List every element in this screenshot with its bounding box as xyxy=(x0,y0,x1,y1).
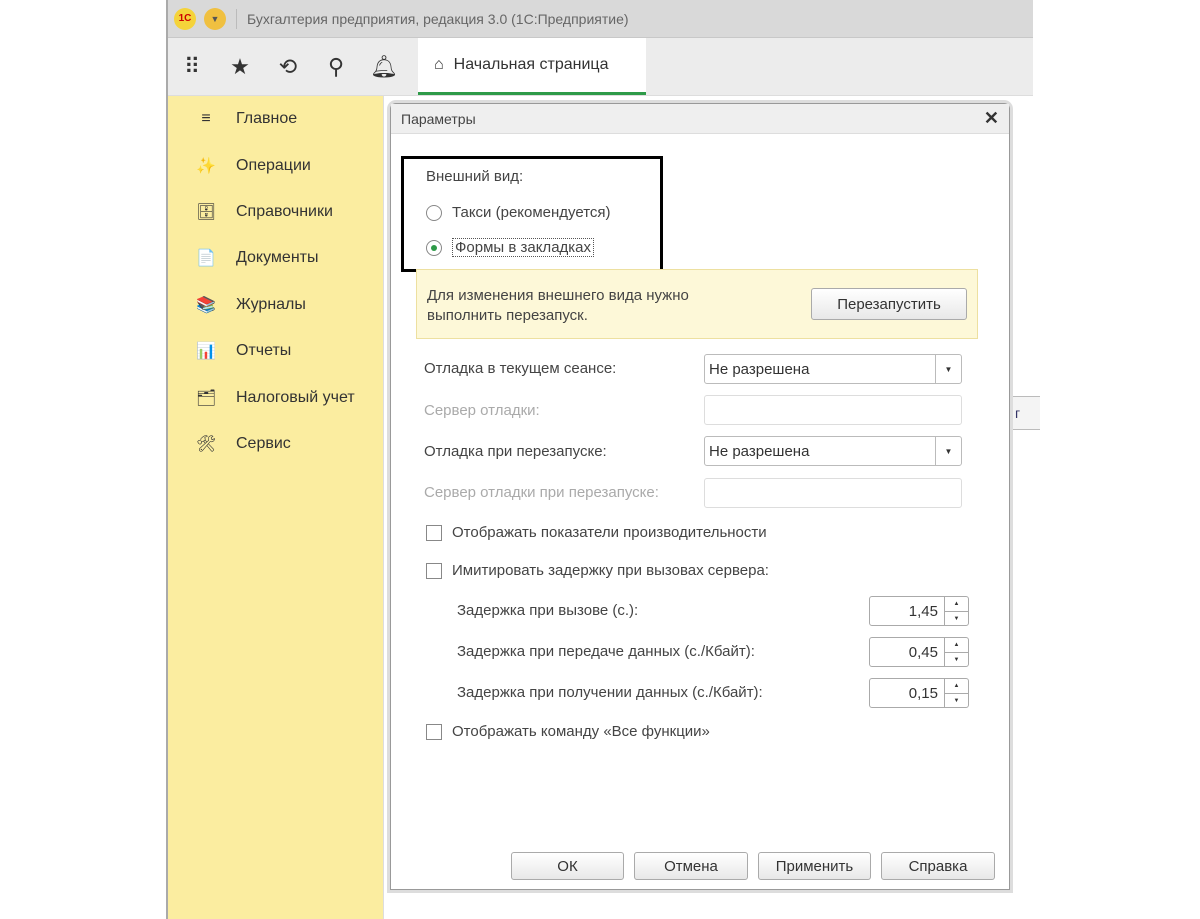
debug-server-restart-input[interactable] xyxy=(704,478,962,508)
sidebar-item-operations[interactable]: ✨ Операции xyxy=(168,142,383,188)
checkbox-label: Отображать показатели производительности xyxy=(452,524,767,541)
document-icon: 📄 xyxy=(196,250,216,268)
favorites-star-icon[interactable]: ★ xyxy=(216,38,264,95)
all-functions-checkbox[interactable]: Отображать команду «Все функции» xyxy=(426,723,710,740)
stepper-value: 1,45 xyxy=(908,603,938,620)
1c-logo: 1С xyxy=(174,7,196,30)
tax-icon: 🗂 xyxy=(196,389,217,407)
bell-icon[interactable]: 🔔︎ xyxy=(360,38,408,95)
arrow-down-icon[interactable]: ▼ xyxy=(945,694,968,708)
sidebar-item-reports[interactable]: 📊 Отчеты xyxy=(168,328,383,374)
sidebar-item-main[interactable]: ≡ Главное xyxy=(168,96,383,142)
tab-label: Начальная страница xyxy=(453,56,609,73)
sidebar-item-catalogs[interactable]: 🗄 Справочники xyxy=(168,189,383,235)
divider xyxy=(236,8,237,29)
checkbox[interactable] xyxy=(426,524,442,541)
chevron-down-icon[interactable]: ▼ xyxy=(935,355,961,383)
dialog-title: Параметры xyxy=(401,110,476,127)
debug-server-label: Сервер отладки: xyxy=(424,402,540,419)
select-value: Не разрешена xyxy=(709,361,810,378)
close-icon[interactable]: ✕ xyxy=(984,108,999,129)
search-icon[interactable]: ⚲ xyxy=(312,38,360,95)
arrow-up-icon[interactable]: ▲ xyxy=(945,679,968,694)
select-value: Не разрешена xyxy=(709,443,810,460)
arrow-down-icon[interactable]: ▼ xyxy=(945,612,968,626)
sidebar-item-label: Справочники xyxy=(236,202,333,220)
help-button[interactable]: Справка xyxy=(881,852,995,880)
appearance-label: Внешний вид: xyxy=(426,168,524,185)
sidebar-item-documents[interactable]: 📄 Документы xyxy=(168,235,383,281)
parameters-dialog: Параметры ✕ Внешний вид: Такси (рекоменд… xyxy=(390,103,1010,890)
radio-tabs[interactable]: Формы в закладках xyxy=(426,238,595,257)
sidebar-item-label: Отчеты xyxy=(236,342,292,360)
tab-home[interactable]: ⌂ Начальная страница xyxy=(418,38,646,95)
sidebar-item-tax[interactable]: 🗂 Налоговый учет xyxy=(168,374,383,420)
sidebar-item-label: Документы xyxy=(236,249,319,267)
catalogs-icon: 🗄 xyxy=(196,203,217,221)
main-menu-button[interactable]: ▼ xyxy=(204,7,226,30)
title-bar: 1С ▼ Бухгалтерия предприятия, редакция 3… xyxy=(168,0,1033,38)
delay-checkbox[interactable]: Имитировать задержку при вызовах сервера… xyxy=(426,562,769,579)
sidebar: ≡ Главное ✨ Операции 🗄 Справочники 📄 Докумен… xyxy=(168,96,384,919)
apply-button[interactable]: Применить xyxy=(758,852,871,880)
sidebar-item-label: Главное xyxy=(236,110,298,128)
perf-checkbox[interactable]: Отображать показатели производительности xyxy=(426,524,767,541)
dialog-header: Параметры ✕ xyxy=(391,104,1009,134)
window-title: Бухгалтерия предприятия, редакция 3.0 (1… xyxy=(247,10,629,27)
arrow-up-icon[interactable]: ▲ xyxy=(945,638,968,653)
debug-server-input[interactable] xyxy=(704,395,962,425)
delay-send-stepper[interactable]: 0,45 ▲ ▼ xyxy=(869,637,969,667)
cancel-button[interactable]: Отмена xyxy=(634,852,748,880)
sidebar-item-label: Журналы xyxy=(236,295,306,313)
delay-call-label: Задержка при вызове (с.): xyxy=(457,602,639,619)
apps-grid-icon[interactable]: ⠿ xyxy=(168,38,216,95)
debug-restart-label: Отладка при перезапуске: xyxy=(424,443,607,460)
sidebar-item-label: Сервис xyxy=(236,434,291,452)
notice-text: Для изменения внешнего вида нужно выполн… xyxy=(427,287,689,324)
restart-notice: Для изменения внешнего вида нужно выполн… xyxy=(416,269,978,339)
stepper-value: 0,15 xyxy=(908,685,938,702)
background-button: г xyxy=(1010,396,1040,430)
radio-button[interactable] xyxy=(426,204,442,221)
arrow-up-icon[interactable]: ▲ xyxy=(945,597,968,612)
radio-label: Формы в закладках xyxy=(452,238,595,257)
restart-button[interactable]: Перезапустить xyxy=(811,288,967,320)
history-icon[interactable]: ⟲ xyxy=(264,38,312,95)
checkbox[interactable] xyxy=(426,562,442,579)
sidebar-item-label: Налоговый учет xyxy=(236,388,355,406)
checkbox[interactable] xyxy=(426,723,442,740)
debug-session-label: Отладка в текущем сеансе: xyxy=(424,360,617,377)
radio-taxi[interactable]: Такси (рекомендуется) xyxy=(426,204,611,221)
journals-icon: 📚 xyxy=(196,296,216,314)
chevron-down-icon[interactable]: ▼ xyxy=(935,437,961,465)
debug-restart-select[interactable]: Не разрешена ▼ xyxy=(704,436,962,466)
checkbox-label: Отображать команду «Все функции» xyxy=(452,723,710,740)
sidebar-item-service[interactable]: 🛠 Сервис xyxy=(168,421,383,467)
debug-session-select[interactable]: Не разрешена ▼ xyxy=(704,354,962,384)
delay-send-label: Задержка при передаче данных (с./Кбайт): xyxy=(457,643,755,660)
tools-icon: 🛠 xyxy=(196,435,217,453)
checkbox-label: Имитировать задержку при вызовах сервера… xyxy=(452,562,769,579)
radio-label: Такси (рекомендуется) xyxy=(452,204,611,221)
radio-button-selected[interactable] xyxy=(426,239,442,256)
delay-call-stepper[interactable]: 1,45 ▲ ▼ xyxy=(869,596,969,626)
reports-icon: 📊 xyxy=(196,343,216,361)
operations-icon: ✨ xyxy=(196,157,216,175)
sidebar-item-journals[interactable]: 📚 Журналы xyxy=(168,282,383,328)
arrow-down-icon[interactable]: ▼ xyxy=(945,653,968,667)
home-icon: ⌂ xyxy=(434,56,444,73)
toolbar: ⠿ ★ ⟲ ⚲ 🔔︎ ⌂ Начальная страница xyxy=(168,38,1033,96)
delay-recv-label: Задержка при получении данных (с./Кбайт)… xyxy=(457,684,763,701)
ok-button[interactable]: ОК xyxy=(511,852,624,880)
menu-icon: ≡ xyxy=(201,110,211,128)
delay-recv-stepper[interactable]: 0,15 ▲ ▼ xyxy=(869,678,969,708)
sidebar-item-label: Операции xyxy=(236,156,311,174)
stepper-value: 0,45 xyxy=(908,644,938,661)
debug-server-restart-label: Сервер отладки при перезапуске: xyxy=(424,484,659,501)
